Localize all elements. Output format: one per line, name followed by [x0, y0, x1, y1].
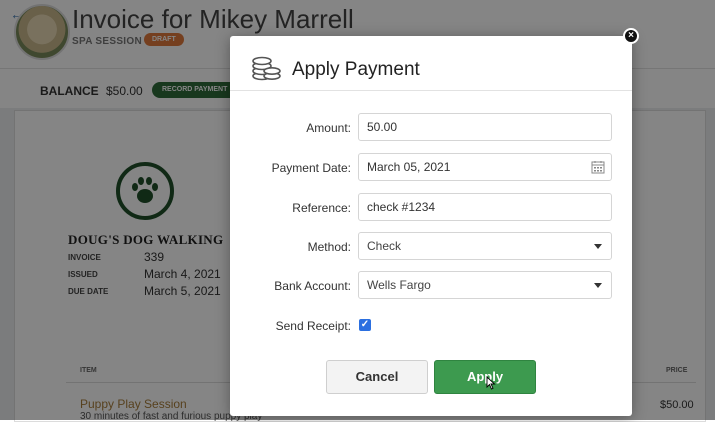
coins-icon	[252, 56, 281, 81]
cancel-button[interactable]: Cancel	[326, 360, 428, 394]
modal-header: Apply Payment	[230, 36, 632, 91]
bank-account-label: Bank Account:	[274, 279, 351, 293]
chevron-down-icon	[594, 283, 602, 288]
apply-payment-modal: Apply Payment Amount: Payment Date: Refe…	[230, 36, 632, 416]
bank-account-selected-value: Wells Fargo	[367, 278, 431, 292]
payment-date-field[interactable]	[358, 153, 612, 181]
payment-date-label: Payment Date:	[271, 161, 351, 175]
checkmark-icon: ✓	[360, 319, 370, 330]
send-receipt-checkbox[interactable]: ✓	[359, 319, 371, 331]
amount-input[interactable]	[358, 113, 612, 141]
bank-account-select[interactable]: Wells Fargo	[358, 271, 612, 299]
calendar-icon[interactable]	[591, 160, 605, 174]
close-icon[interactable]: ×	[623, 28, 639, 44]
mouse-pointer-icon	[486, 376, 496, 390]
method-selected-value: Check	[367, 239, 402, 253]
method-label: Method:	[307, 240, 351, 254]
reference-label: Reference:	[292, 201, 351, 215]
payment-date-input[interactable]	[358, 153, 612, 181]
reference-input[interactable]	[358, 193, 612, 221]
apply-button[interactable]: Apply	[434, 360, 536, 394]
modal-title: Apply Payment	[292, 59, 420, 80]
amount-label: Amount:	[306, 121, 351, 135]
method-select[interactable]: Check	[358, 232, 612, 260]
chevron-down-icon	[594, 244, 602, 249]
send-receipt-label: Send Receipt:	[275, 319, 351, 333]
